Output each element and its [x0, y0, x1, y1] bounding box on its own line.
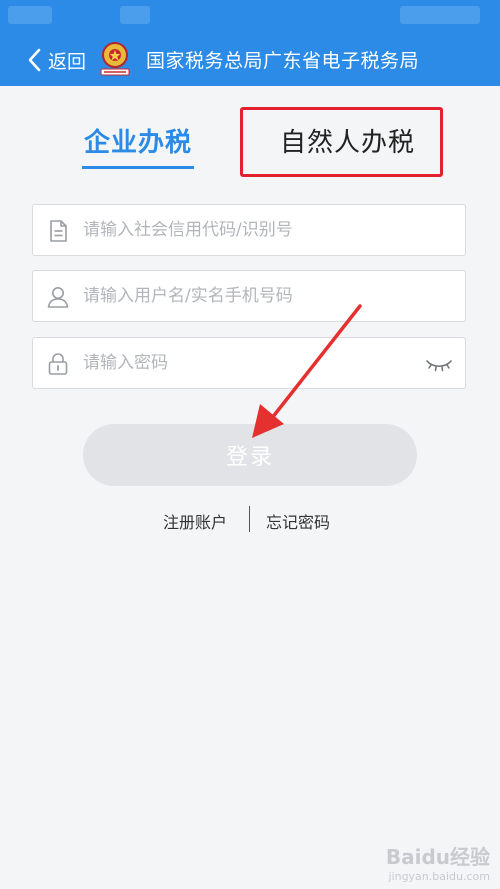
back-label: 返回 — [48, 50, 87, 73]
link-divider — [249, 506, 250, 532]
status-bar — [0, 0, 500, 34]
account-links: 注册账户 忘记密码 — [0, 506, 500, 534]
credit-code-input[interactable] — [83, 217, 443, 243]
nav-bar: 返回 国家税务总局广东省电子税务局 — [0, 34, 500, 86]
tab-person[interactable]: 自然人办税 — [280, 122, 415, 159]
back-button[interactable]: 返回 — [24, 42, 86, 78]
watermark-brand: Baidu经验 — [385, 845, 490, 869]
user-icon — [47, 287, 69, 308]
tab-enterprise[interactable]: 企业办税 — [84, 122, 192, 159]
annotation-arrow — [252, 304, 362, 438]
lock-icon — [48, 353, 68, 375]
watermark-url: jingyan.baidu.com — [388, 870, 490, 883]
login-tabs: 企业办税 自然人办税 — [0, 86, 500, 196]
document-icon — [50, 220, 67, 242]
eye-closed-icon[interactable] — [425, 354, 453, 374]
status-blur — [400, 6, 480, 24]
status-blur — [8, 6, 52, 24]
forgot-password-link[interactable]: 忘记密码 — [266, 509, 330, 533]
watermark: Baidu经验 jingyan.baidu.com — [386, 841, 490, 883]
chevron-left-icon — [28, 48, 41, 72]
active-tab-indicator — [82, 166, 194, 169]
tax-emblem-icon — [100, 42, 130, 76]
credit-code-field — [32, 204, 466, 256]
page-title: 国家税务总局广东省电子税务局 — [146, 50, 420, 72]
register-link[interactable]: 注册账户 — [163, 509, 227, 533]
status-blur — [120, 6, 150, 24]
